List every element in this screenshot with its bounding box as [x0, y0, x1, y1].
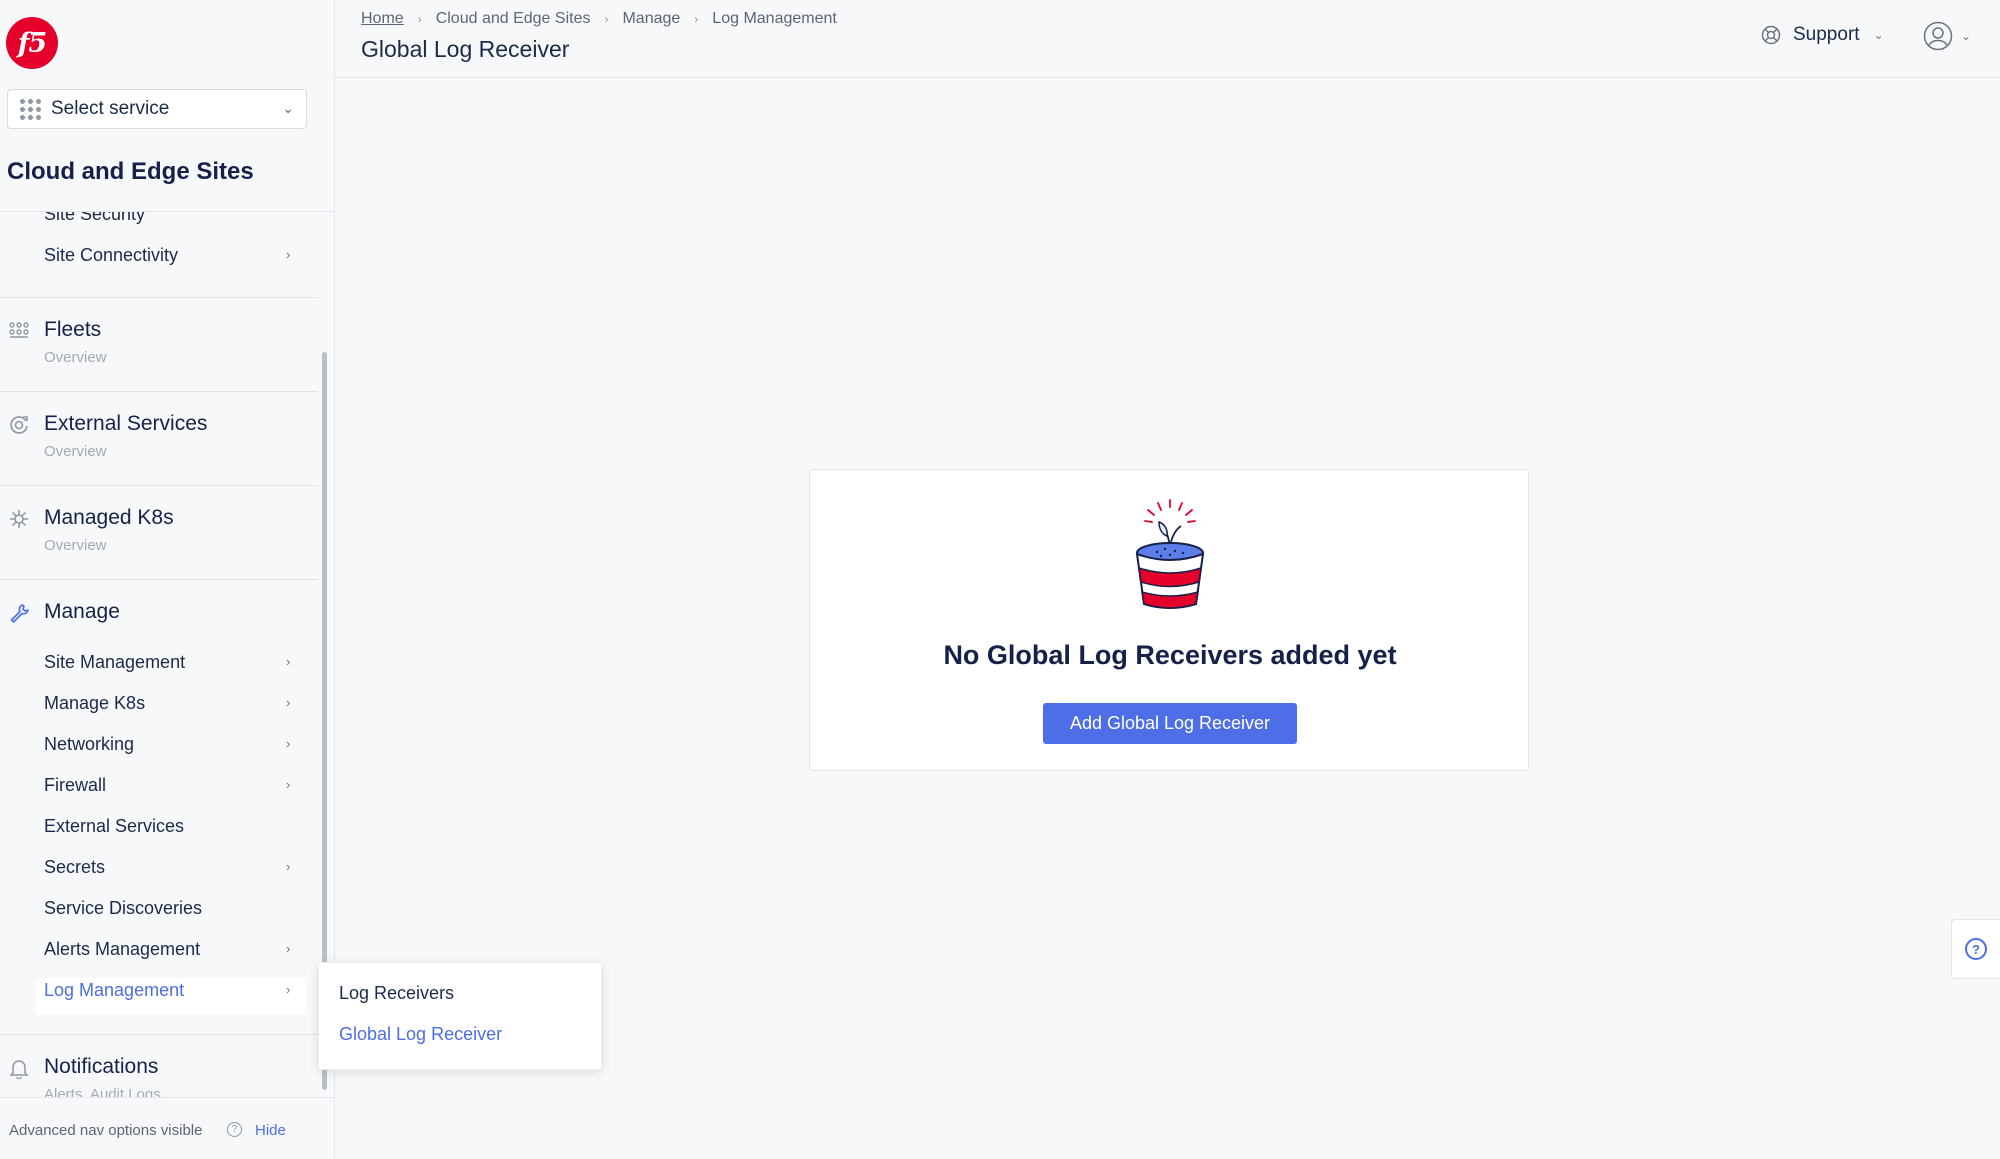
nav-footer: Advanced nav options visible ? Hide	[0, 1097, 334, 1159]
divider	[0, 485, 318, 486]
divider	[0, 1034, 318, 1035]
lifebuoy-icon	[1761, 25, 1781, 45]
chevron-right-icon: ›	[694, 12, 699, 26]
flyout-item-log-receivers[interactable]: Log Receivers	[339, 983, 454, 1004]
chevron-right-icon: ›	[286, 654, 291, 669]
nav-item-site-management[interactable]: Site Management	[44, 652, 185, 673]
advanced-nav-text: Advanced nav options visible	[9, 1122, 203, 1139]
chevron-right-icon: ›	[417, 12, 422, 26]
nav-item-site-connectivity[interactable]: Site Connectivity	[44, 245, 178, 266]
help-side-tab[interactable]: ?	[1951, 919, 2000, 979]
sidebar: f5 Select service ⌄ Cloud and Edge Sites…	[0, 0, 335, 1159]
support-label: Support	[1793, 24, 1860, 45]
nav-item-firewall[interactable]: Firewall	[44, 775, 106, 796]
nav-item-log-management[interactable]: Log Management	[44, 980, 184, 1001]
breadcrumb: Home › Cloud and Edge Sites › Manage › L…	[361, 10, 837, 28]
log-management-flyout-menu: Log Receivers Global Log Receiver	[318, 962, 602, 1070]
empty-state-card: No Global Log Receivers added yet Add Gl…	[809, 469, 1529, 771]
user-avatar-icon	[1923, 21, 1953, 51]
divider	[0, 297, 318, 298]
chevron-right-icon: ›	[604, 12, 609, 26]
user-menu[interactable]: ⌄	[1923, 21, 1971, 51]
chevron-down-icon: ⌄	[1961, 29, 1972, 43]
chevron-right-icon: ›	[286, 736, 291, 751]
nav-item-external-services[interactable]: External Services	[44, 816, 184, 837]
chevron-down-icon: ⌄	[282, 100, 294, 116]
nav-item-networking[interactable]: Networking	[44, 734, 134, 755]
breadcrumb-log-management: Log Management	[712, 10, 837, 27]
chevron-right-icon: ›	[286, 777, 291, 792]
service-select[interactable]: Select service ⌄	[7, 89, 307, 129]
nav-item-service-discoveries[interactable]: Service Discoveries	[44, 898, 202, 919]
nav-item-manage-k8s[interactable]: Manage K8s	[44, 693, 145, 714]
workspace-title: Cloud and Edge Sites	[7, 158, 254, 185]
bell-icon	[9, 1060, 29, 1079]
support-menu[interactable]: Support ⌄	[1761, 24, 1884, 46]
service-select-label: Select service	[51, 98, 170, 119]
nav-section-managed-k8s[interactable]: Managed K8s	[44, 506, 174, 530]
wrench-icon	[10, 604, 29, 623]
nav-item-site-security[interactable]: Site Security	[44, 212, 145, 225]
divider	[0, 579, 318, 580]
external-services-icon	[10, 416, 28, 434]
nav-item-alerts-management[interactable]: Alerts Management	[44, 939, 200, 960]
divider	[0, 391, 318, 392]
chevron-right-icon: ›	[286, 247, 291, 262]
f5-logo[interactable]: f5	[6, 17, 58, 69]
add-global-log-receiver-button[interactable]: Add Global Log Receiver	[1043, 703, 1297, 744]
nav-section-external-services-sub[interactable]: Overview	[44, 443, 107, 460]
breadcrumb-cloud-edge-sites[interactable]: Cloud and Edge Sites	[436, 10, 591, 28]
empty-plant-pot-illustration	[1135, 499, 1205, 609]
help-circle-icon: ?	[1965, 938, 1987, 960]
chevron-right-icon: ›	[286, 982, 291, 997]
nav-section-external-services[interactable]: External Services	[44, 412, 207, 436]
flyout-item-global-log-receiver[interactable]: Global Log Receiver	[339, 1024, 502, 1045]
nav-section-managed-k8s-sub[interactable]: Overview	[44, 537, 107, 554]
nav-item-secrets[interactable]: Secrets	[44, 857, 105, 878]
breadcrumb-home[interactable]: Home	[361, 10, 404, 28]
nav-section-fleets-sub[interactable]: Overview	[44, 349, 107, 366]
page-title: Global Log Receiver	[361, 36, 570, 62]
nav-menu: Site Security Site Connectivity › Fleets…	[0, 212, 322, 1097]
nav-section-notifications-sub[interactable]: Alerts, Audit Logs	[44, 1086, 161, 1097]
chevron-right-icon: ›	[286, 859, 291, 874]
nav-section-fleets[interactable]: Fleets	[44, 318, 101, 342]
help-circle-icon[interactable]: ?	[227, 1122, 242, 1137]
hide-link[interactable]: Hide	[255, 1122, 286, 1139]
empty-state-title: No Global Log Receivers added yet	[943, 640, 1397, 670]
chevron-down-icon: ⌄	[1873, 28, 1884, 42]
fleets-icon	[9, 322, 29, 338]
nav-section-manage[interactable]: Manage	[44, 600, 120, 624]
grid-icon	[20, 98, 41, 120]
page-header: Home › Cloud and Edge Sites › Manage › L…	[335, 0, 2000, 78]
breadcrumb-manage[interactable]: Manage	[622, 10, 680, 28]
kubernetes-icon	[10, 510, 28, 528]
chevron-right-icon: ›	[286, 941, 291, 956]
chevron-right-icon: ›	[286, 695, 291, 710]
nav-section-notifications[interactable]: Notifications	[44, 1055, 158, 1079]
